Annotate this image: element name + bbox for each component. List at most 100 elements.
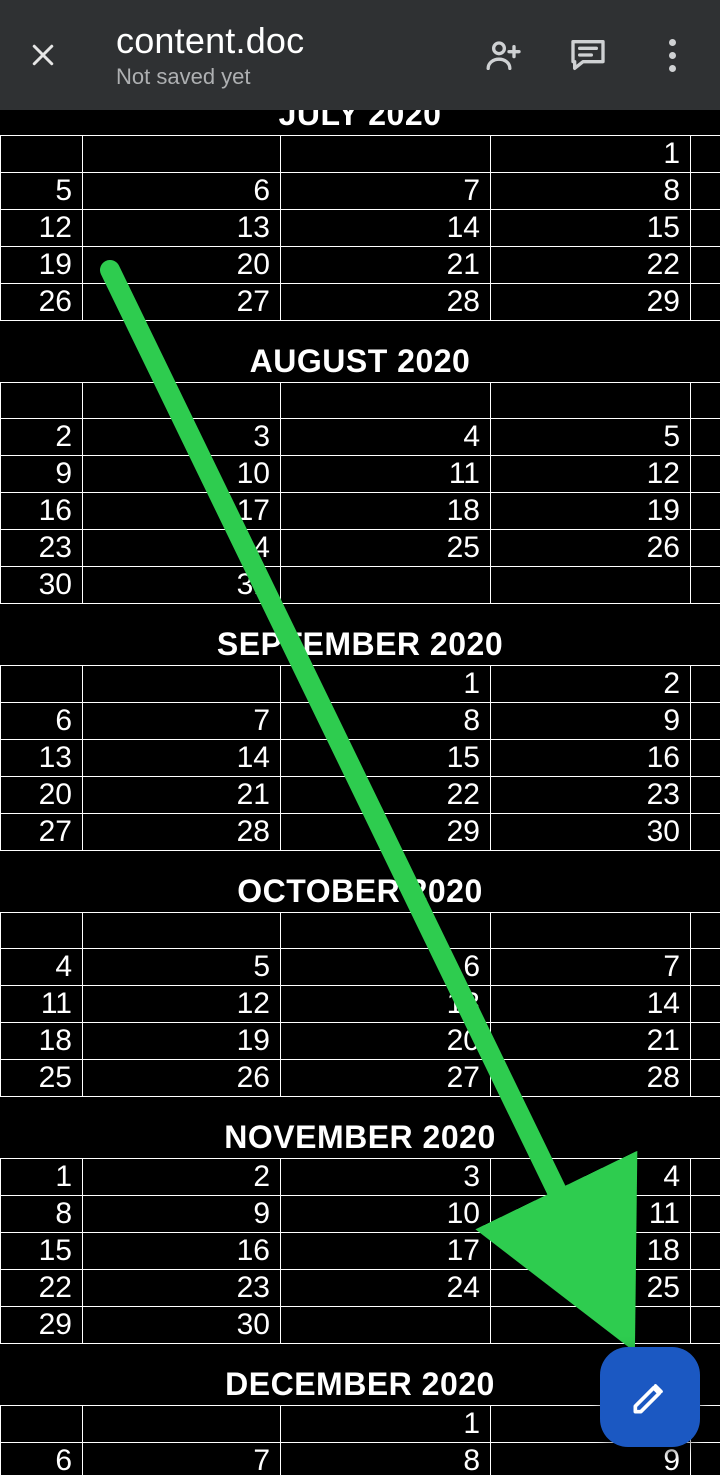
calendar-cell — [83, 913, 281, 949]
more-vertical-icon — [669, 39, 676, 72]
calendar-month: 15678121314151920212226272829 — [0, 135, 720, 321]
calendar-cell: 8 — [491, 173, 691, 210]
calendar-cell: 25 — [1, 1060, 83, 1097]
calendar-cell — [691, 703, 720, 740]
title-block: content.doc Not saved yet — [96, 20, 454, 90]
calendar-cell — [691, 913, 720, 949]
close-icon — [28, 40, 58, 70]
calendar-cell: 12 — [491, 456, 691, 493]
month-gap — [0, 604, 720, 622]
calendar-cell: 3 — [281, 1159, 491, 1196]
calendar-cell — [691, 1159, 720, 1196]
calendar-cell: 6 — [281, 949, 491, 986]
calendar-cell — [691, 136, 720, 173]
month-title: NOVEMBER 2020 — [0, 1115, 720, 1158]
calendar-cell: 6 — [83, 173, 281, 210]
calendar-cell: 9 — [1, 456, 83, 493]
calendar-row: 18192021 — [1, 1023, 720, 1060]
calendar-cell: 31 — [83, 567, 281, 604]
calendar-cell: 7 — [83, 703, 281, 740]
calendar-cell: 13 — [281, 986, 491, 1023]
calendar-cell: 13 — [83, 210, 281, 247]
month-title: AUGUST 2020 — [0, 339, 720, 382]
calendar-cell: 26 — [491, 530, 691, 567]
calendar-cell: 9 — [491, 703, 691, 740]
share-button[interactable] — [482, 33, 526, 77]
calendar-cell: 7 — [491, 949, 691, 986]
calendar-cell: 12 — [83, 986, 281, 1023]
calendar-cell — [491, 383, 691, 419]
calendar-cell — [691, 419, 720, 456]
calendar-cell: 17 — [83, 493, 281, 530]
calendar-row: 26272829 — [1, 284, 720, 321]
calendar-tables: JULY 202015678121314151920212226272829AU… — [0, 110, 720, 1475]
calendar-row: 22232425 — [1, 1270, 720, 1307]
close-button[interactable] — [18, 30, 68, 80]
calendar-cell: 28 — [491, 1060, 691, 1097]
calendar-cell: 25 — [491, 1270, 691, 1307]
calendar-cell: 23 — [1, 530, 83, 567]
calendar-cell: 24 — [83, 530, 281, 567]
month-title: JULY 2020 — [0, 110, 720, 135]
calendar-row: 12131415 — [1, 210, 720, 247]
calendar-cell — [281, 913, 491, 949]
calendar-row: 15161718 — [1, 1233, 720, 1270]
calendar-cell — [1, 136, 83, 173]
calendar-cell — [691, 986, 720, 1023]
calendar-cell: 29 — [281, 814, 491, 851]
calendar-cell — [691, 493, 720, 530]
calendar-cell — [691, 1196, 720, 1233]
month-gap — [0, 1097, 720, 1115]
calendar-cell: 23 — [83, 1270, 281, 1307]
calendar-cell: 3 — [83, 419, 281, 456]
app-header: content.doc Not saved yet — [0, 0, 720, 110]
comment-icon — [568, 35, 608, 75]
calendar-cell: 30 — [491, 814, 691, 851]
calendar-cell — [281, 567, 491, 604]
calendar-cell: 27 — [281, 1060, 491, 1097]
calendar-cell — [1, 383, 83, 419]
calendar-cell — [83, 136, 281, 173]
calendar-row: 19202122 — [1, 247, 720, 284]
calendar-cell — [691, 740, 720, 777]
calendar-cell: 11 — [281, 456, 491, 493]
calendar-cell: 15 — [281, 740, 491, 777]
calendar-cell: 8 — [1, 1196, 83, 1233]
calendar-cell: 6 — [1, 703, 83, 740]
calendar-row: 5678 — [1, 173, 720, 210]
calendar-cell — [691, 1307, 720, 1344]
calendar-cell — [691, 1443, 720, 1475]
calendar-row: 3031 — [1, 567, 720, 604]
month-gap — [0, 321, 720, 339]
calendar-cell — [691, 456, 720, 493]
calendar-month: 126789131415162021222327282930 — [0, 665, 720, 851]
calendar-row: 2930 — [1, 1307, 720, 1344]
calendar-cell: 14 — [83, 740, 281, 777]
calendar-cell: 10 — [83, 456, 281, 493]
calendar-cell: 2 — [491, 666, 691, 703]
calendar-cell: 21 — [83, 777, 281, 814]
calendar-cell: 22 — [491, 247, 691, 284]
calendar-cell — [491, 567, 691, 604]
calendar-row: 16171819 — [1, 493, 720, 530]
edit-fab[interactable] — [600, 1347, 700, 1447]
comments-button[interactable] — [566, 33, 610, 77]
calendar-row: 1234 — [1, 1159, 720, 1196]
calendar-cell — [83, 383, 281, 419]
calendar-cell — [491, 913, 691, 949]
more-button[interactable] — [650, 33, 694, 77]
calendar-cell: 22 — [1, 1270, 83, 1307]
calendar-cell: 28 — [281, 284, 491, 321]
calendar-cell — [691, 777, 720, 814]
calendar-cell: 5 — [83, 949, 281, 986]
calendar-cell: 25 — [281, 530, 491, 567]
calendar-cell — [691, 1233, 720, 1270]
document-area[interactable]: JULY 202015678121314151920212226272829AU… — [0, 110, 720, 1475]
calendar-cell: 20 — [1, 777, 83, 814]
calendar-cell: 9 — [83, 1196, 281, 1233]
calendar-row: 2345 — [1, 419, 720, 456]
calendar-row: 20212223 — [1, 777, 720, 814]
calendar-cell: 15 — [491, 210, 691, 247]
calendar-cell: 14 — [491, 986, 691, 1023]
calendar-row: 6789 — [1, 703, 720, 740]
